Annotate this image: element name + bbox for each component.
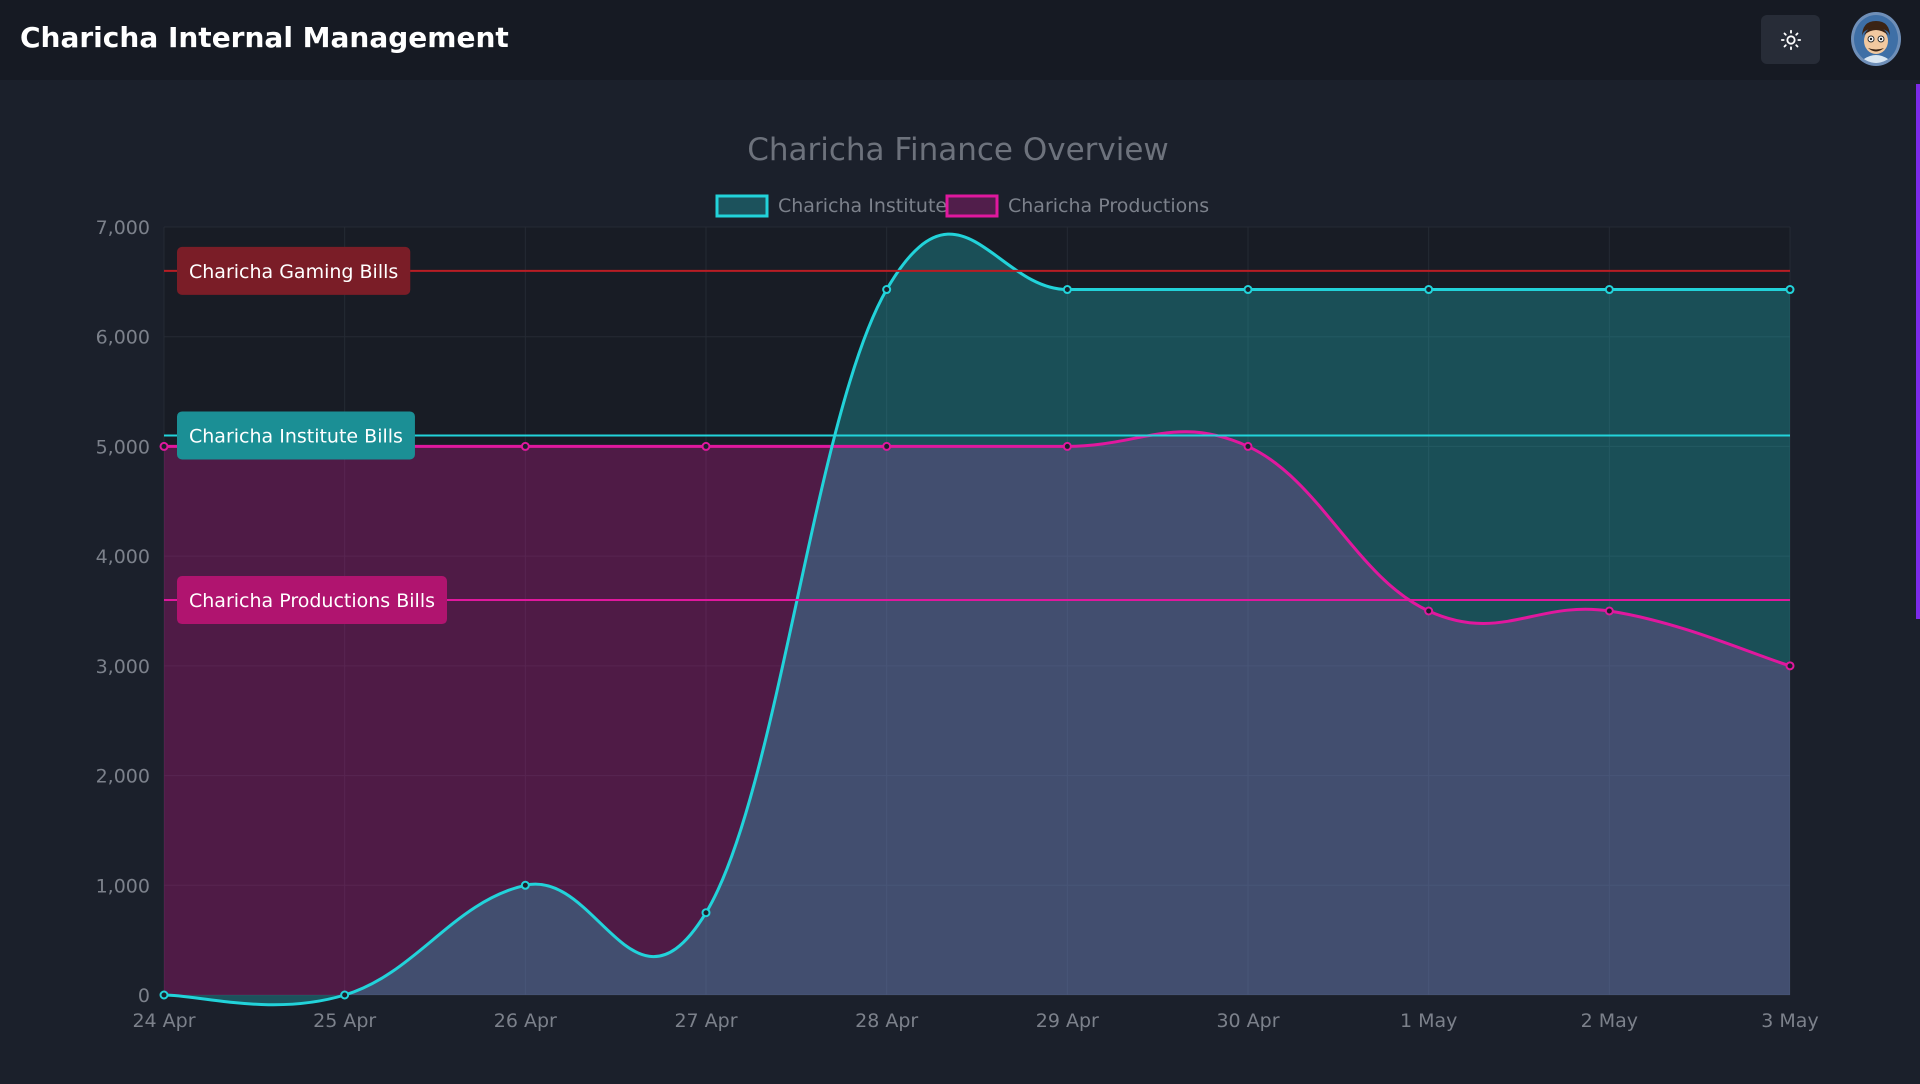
x-tick-label: 3 May — [1761, 1010, 1818, 1032]
y-tick-label: 0 — [138, 985, 150, 1007]
avatar-face-icon — [1854, 17, 1898, 63]
y-tick-label: 1,000 — [96, 875, 150, 897]
x-tick-label: 25 Apr — [313, 1010, 376, 1032]
y-tick-label: 3,000 — [96, 656, 150, 678]
sun-icon — [1780, 29, 1801, 50]
data-point — [701, 908, 711, 918]
theme-toggle-button[interactable] — [1761, 15, 1820, 64]
data-point — [882, 441, 892, 451]
annotation-label: Charicha Gaming Bills — [189, 261, 398, 283]
app-title: Charicha Internal Management — [20, 21, 509, 54]
data-point — [882, 285, 892, 295]
x-tick-label: 28 Apr — [855, 1010, 918, 1032]
data-point — [1062, 285, 1072, 295]
x-axis: 24 Apr 25 Apr 26 Apr 27 Apr 28 Apr 29 Apr 30 A… — [132, 1010, 1818, 1032]
legend-label: Charicha Productions — [1008, 195, 1209, 217]
data-point — [1424, 606, 1434, 616]
annotation-label: Charicha Productions Bills — [189, 590, 435, 612]
x-tick-label: 27 Apr — [674, 1010, 737, 1032]
y-tick-label: 6,000 — [96, 327, 150, 349]
data-point — [1785, 285, 1795, 295]
user-avatar[interactable] — [1851, 12, 1901, 66]
top-navbar: Charicha Internal Management — [0, 0, 1920, 80]
data-point — [159, 441, 169, 451]
y-tick-label: 7,000 — [96, 217, 150, 239]
x-tick-label: 30 Apr — [1216, 1010, 1279, 1032]
x-tick-label: 2 May — [1581, 1010, 1638, 1032]
legend-swatch — [715, 194, 769, 218]
y-tick-label: 4,000 — [96, 546, 150, 568]
legend-label: Charicha Institute — [778, 195, 947, 217]
data-point — [1424, 285, 1434, 295]
y-tick-label: 5,000 — [96, 436, 150, 458]
x-tick-label: 26 Apr — [494, 1010, 557, 1032]
data-point — [1604, 606, 1614, 616]
x-tick-label: 29 Apr — [1036, 1010, 1099, 1032]
data-point — [1785, 661, 1795, 671]
data-point — [1604, 285, 1614, 295]
data-point — [701, 441, 711, 451]
y-axis: 0 1,000 2,000 3,000 4,000 5,000 6,000 7,000 — [96, 217, 150, 1007]
data-point — [520, 880, 530, 890]
data-point — [159, 990, 169, 1000]
data-point — [1243, 285, 1253, 295]
data-point — [1062, 441, 1072, 451]
y-tick-label: 2,000 — [96, 766, 150, 788]
legend-item-productions[interactable]: Charicha Productions — [945, 194, 1209, 218]
data-point — [1243, 441, 1253, 451]
data-point — [340, 990, 350, 1000]
chart-legend: Charicha Institute Charicha Productions — [715, 194, 1209, 218]
data-point — [520, 441, 530, 451]
annotation-label: Charicha Institute Bills — [189, 425, 403, 447]
finance-chart: Charicha Gaming Bills Charicha Institute … — [96, 132, 1819, 1032]
legend-swatch — [945, 194, 999, 218]
chart-title: Charicha Finance Overview — [747, 132, 1169, 168]
legend-item-institute[interactable]: Charicha Institute — [715, 194, 947, 218]
finance-chart-panel: Charicha Gaming Bills Charicha Institute … — [0, 80, 1920, 1080]
x-tick-label: 24 Apr — [132, 1010, 195, 1032]
x-tick-label: 1 May — [1400, 1010, 1457, 1032]
